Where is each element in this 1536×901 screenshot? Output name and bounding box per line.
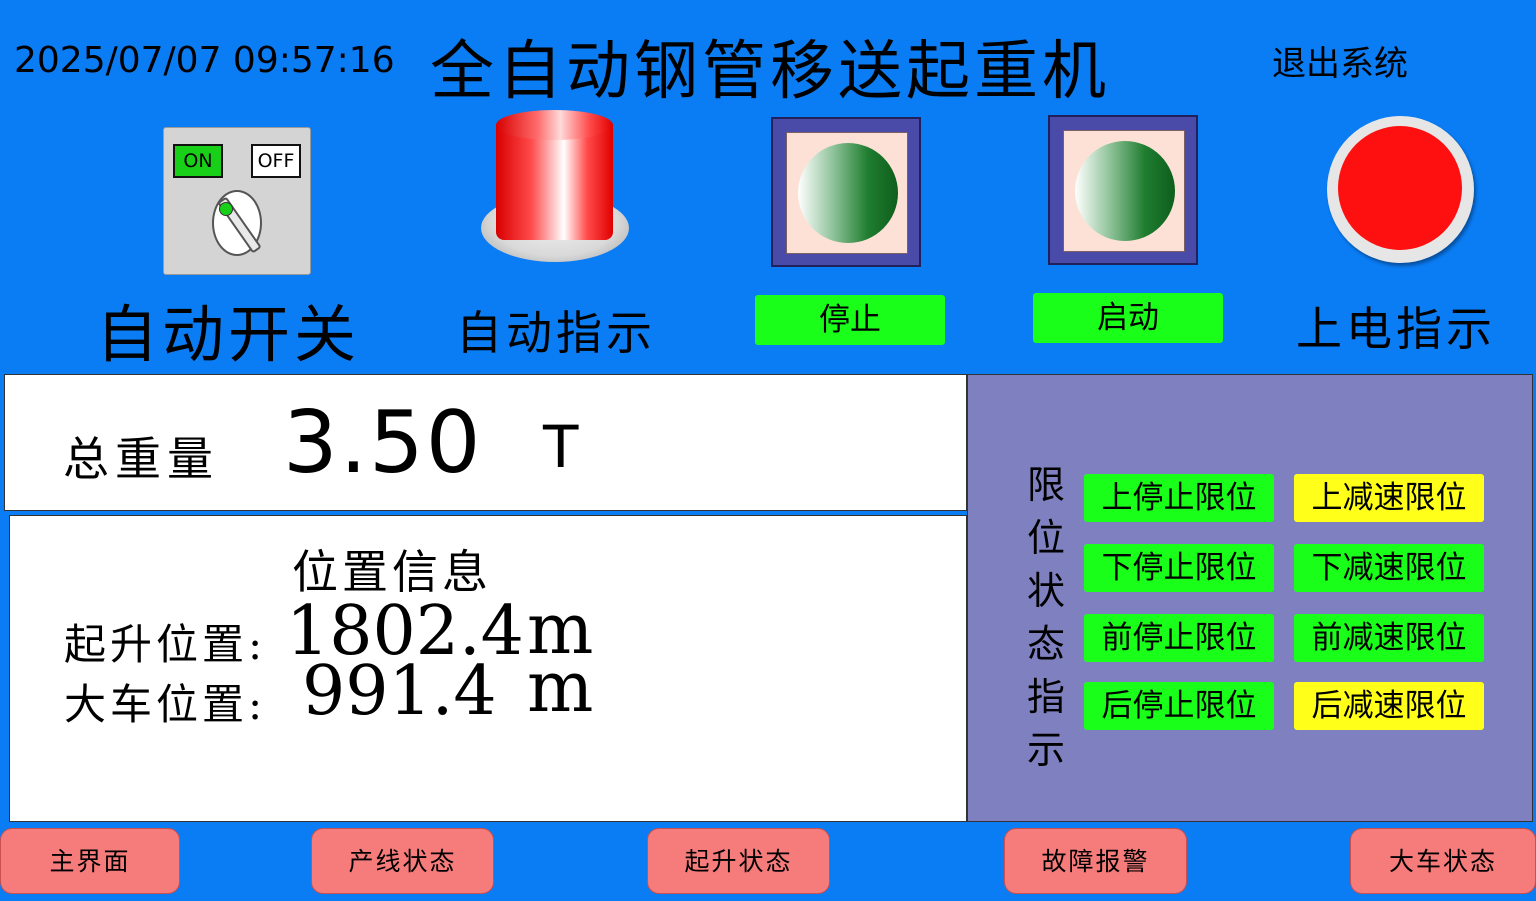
limit-title-char: 位 xyxy=(1026,516,1065,560)
nav-trolley-status-button[interactable]: 大车状态 xyxy=(1350,828,1536,894)
limit-front-stop: 前停止限位 xyxy=(1084,614,1274,662)
switch-status-dot xyxy=(219,202,233,216)
limit-status-title: 限 位 状 态 指 示 xyxy=(1024,459,1068,777)
limit-up-stop: 上停止限位 xyxy=(1084,474,1274,522)
limit-up-slow: 上减速限位 xyxy=(1294,474,1484,522)
stop-button-label[interactable]: 停止 xyxy=(755,295,945,345)
switch-knob-icon[interactable] xyxy=(212,190,262,256)
auto-switch-caption: 自动开关 xyxy=(96,298,361,371)
power-indicator-lamp-icon xyxy=(1327,116,1474,263)
start-lamp-icon xyxy=(1075,141,1175,241)
power-indicator-caption: 上电指示 xyxy=(1296,302,1496,356)
auto-selector-switch[interactable]: ON OFF xyxy=(163,127,311,275)
nav-hoist-status-button[interactable]: 起升状态 xyxy=(647,828,830,894)
weight-panel: 总重量 3.50 T xyxy=(4,374,967,511)
position-panel: 位置信息 起升位置: 1802.4 m 大车位置: 991.4 m xyxy=(9,515,967,822)
limit-title-char: 态 xyxy=(1026,622,1065,666)
start-push-button[interactable] xyxy=(1048,115,1198,265)
weight-value: 3.50 xyxy=(283,393,483,493)
limit-title-char: 指 xyxy=(1026,675,1065,719)
datetime: 2025/07/07 09:57:16 xyxy=(14,40,395,81)
beacon-top-icon xyxy=(496,110,613,140)
exit-system-button[interactable]: 退出系统 xyxy=(1272,36,1408,85)
limit-title-char: 状 xyxy=(1026,569,1065,613)
weight-label: 总重量 xyxy=(63,432,219,486)
trolley-position-label: 大车位置: xyxy=(64,680,267,729)
limit-title-char: 示 xyxy=(1026,728,1065,772)
weight-unit: T xyxy=(543,413,579,481)
limit-down-stop: 下停止限位 xyxy=(1084,544,1274,592)
auto-indicator-caption: 自动指示 xyxy=(456,306,656,360)
hoist-position-label: 起升位置: xyxy=(64,620,267,669)
limit-title-char: 限 xyxy=(1026,463,1065,507)
limit-rear-slow: 后减速限位 xyxy=(1294,682,1484,730)
trolley-position-value: 991.4 xyxy=(302,652,497,731)
nav-fault-alarm-button[interactable]: 故障报警 xyxy=(1004,828,1187,894)
stop-lamp-icon xyxy=(798,143,898,243)
limit-rear-stop: 后停止限位 xyxy=(1084,682,1274,730)
page-title: 全自动钢管移送起重机 xyxy=(430,35,1110,109)
nav-main-button[interactable]: 主界面 xyxy=(0,828,180,894)
trolley-position-unit: m xyxy=(527,646,594,728)
nav-line-status-button[interactable]: 产线状态 xyxy=(311,828,494,894)
limit-down-slow: 下减速限位 xyxy=(1294,544,1484,592)
stop-push-button[interactable] xyxy=(771,117,921,267)
switch-on-label: ON xyxy=(173,144,223,178)
start-button-label[interactable]: 启动 xyxy=(1033,293,1223,343)
limit-status-panel: 限 位 状 态 指 示 上停止限位 上减速限位 下停止限位 下减速限位 前停止限… xyxy=(967,374,1533,822)
switch-off-label: OFF xyxy=(251,144,301,178)
auto-indicator-lamp-icon xyxy=(496,124,613,240)
limit-front-slow: 前减速限位 xyxy=(1294,614,1484,662)
